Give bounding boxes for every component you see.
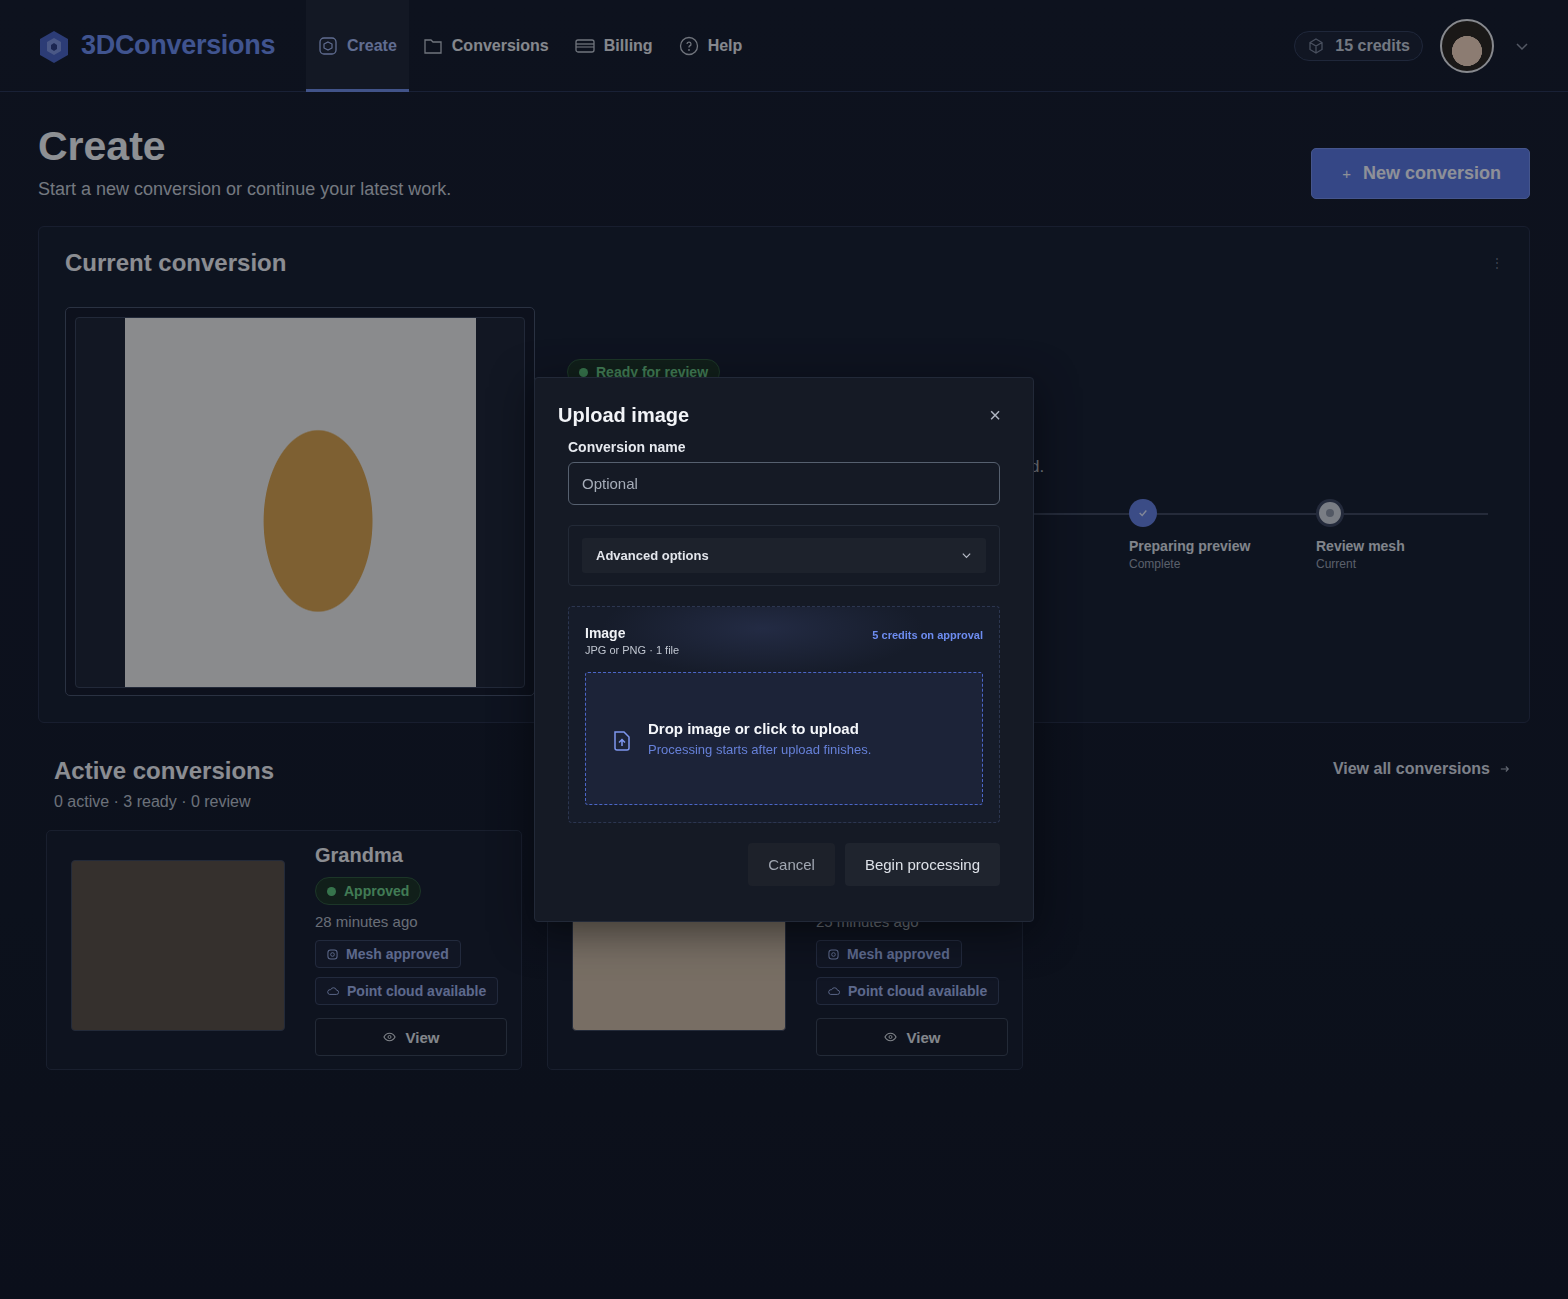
image-label: Image — [585, 625, 679, 641]
dialog-actions: CancelBegin processing — [568, 843, 1000, 886]
conversion-name-input[interactable] — [568, 462, 1000, 505]
dialog-button[interactable]: Begin processing — [845, 843, 1000, 886]
chevron-down-icon — [961, 550, 972, 561]
conversion-name-label: Conversion name — [568, 439, 1000, 455]
dialog-button[interactable]: Cancel — [748, 843, 835, 886]
dialog-title: Upload image — [558, 404, 689, 427]
dropzone[interactable]: Drop image or click to upload Processing … — [585, 672, 983, 805]
image-section: Image JPG or PNG · 1 file 5 credits on app… — [568, 606, 1000, 823]
credit-cost: 5 credits on approval — [872, 629, 983, 641]
image-hint: JPG or PNG · 1 file — [585, 644, 679, 656]
advanced-options-toggle[interactable]: Advanced options — [582, 538, 986, 573]
dropzone-hint: Processing starts after upload finishes. — [648, 742, 871, 757]
advanced-options: Advanced options — [568, 525, 1000, 586]
upload-file-icon — [610, 729, 634, 753]
app-root: 3DConversionsCreateConversionsBillingHel… — [0, 0, 1568, 1299]
upload-image-dialog: Upload image × Conversion name Advanced opt… — [534, 377, 1034, 922]
close-button[interactable]: × — [989, 404, 1001, 427]
dropzone-title: Drop image or click to upload — [648, 720, 871, 737]
